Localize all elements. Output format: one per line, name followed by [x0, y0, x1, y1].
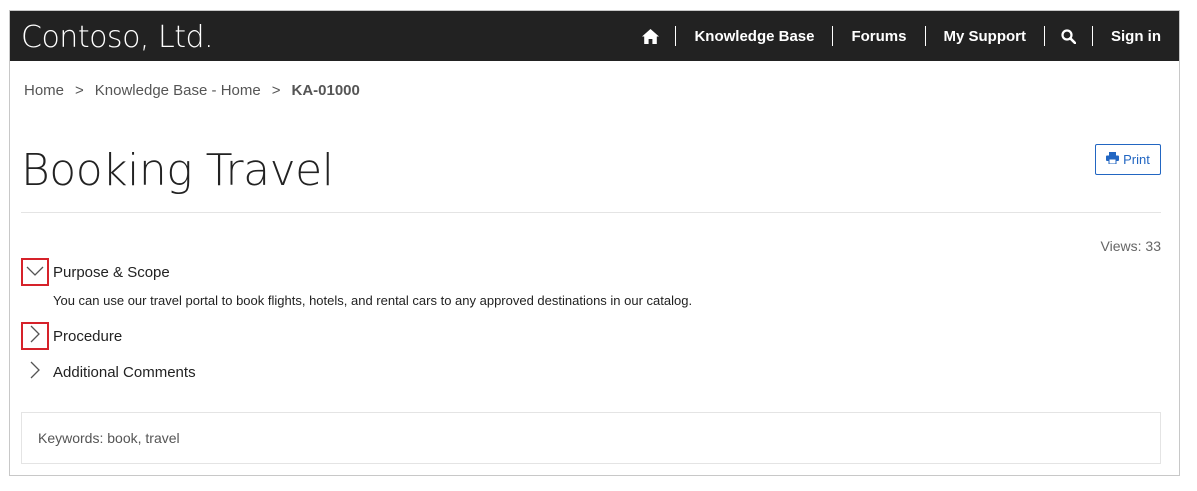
section-additional-comments[interactable]: Additional Comments — [21, 358, 196, 386]
print-button[interactable]: Print — [1095, 144, 1161, 175]
top-navbar: Contoso, Ltd. Knowledge Base Forums My S… — [10, 11, 1179, 61]
chevron-container — [21, 358, 49, 386]
printer-icon — [1106, 152, 1120, 167]
title-divider — [21, 212, 1161, 213]
section-label: Purpose & Scope — [53, 263, 170, 281]
breadcrumb-separator: > — [75, 82, 84, 99]
breadcrumb-home[interactable]: Home — [24, 82, 64, 99]
highlight-box — [21, 258, 49, 286]
section-label: Procedure — [53, 327, 123, 345]
sign-in-link[interactable]: Sign in — [1093, 26, 1167, 46]
section-body: You can use our travel portal to book fl… — [53, 293, 693, 308]
chevron-right-icon — [30, 325, 40, 348]
breadcrumb-knowledge-base-home[interactable]: Knowledge Base - Home — [95, 82, 261, 99]
chevron-down-icon — [26, 263, 44, 281]
print-label: Print — [1123, 152, 1150, 167]
nav-menu: Knowledge Base Forums My Support Sign in — [626, 11, 1167, 61]
section-procedure[interactable]: Procedure — [21, 322, 122, 350]
section-purpose-scope[interactable]: Purpose & Scope — [21, 258, 170, 286]
breadcrumb-current: KA-01000 — [291, 82, 360, 99]
nav-my-support[interactable]: My Support — [926, 26, 1045, 46]
views-count: Views: 33 — [1100, 238, 1161, 254]
brand-logo[interactable]: Contoso, Ltd. — [21, 20, 214, 55]
highlight-box — [21, 322, 49, 350]
breadcrumb: Home > Knowledge Base - Home > KA-01000 — [24, 82, 360, 99]
page-frame: Contoso, Ltd. Knowledge Base Forums My S… — [9, 10, 1180, 476]
home-icon[interactable] — [626, 26, 675, 46]
page-title: Booking Travel — [21, 145, 334, 196]
chevron-right-icon — [30, 361, 40, 384]
keywords-text: Keywords: book, travel — [38, 430, 180, 446]
nav-knowledge-base[interactable]: Knowledge Base — [676, 26, 832, 46]
section-label: Additional Comments — [53, 363, 196, 381]
nav-forums[interactable]: Forums — [833, 26, 924, 46]
breadcrumb-separator: > — [271, 82, 281, 99]
keywords-panel: Keywords: book, travel — [21, 412, 1161, 464]
search-icon[interactable] — [1045, 26, 1092, 46]
